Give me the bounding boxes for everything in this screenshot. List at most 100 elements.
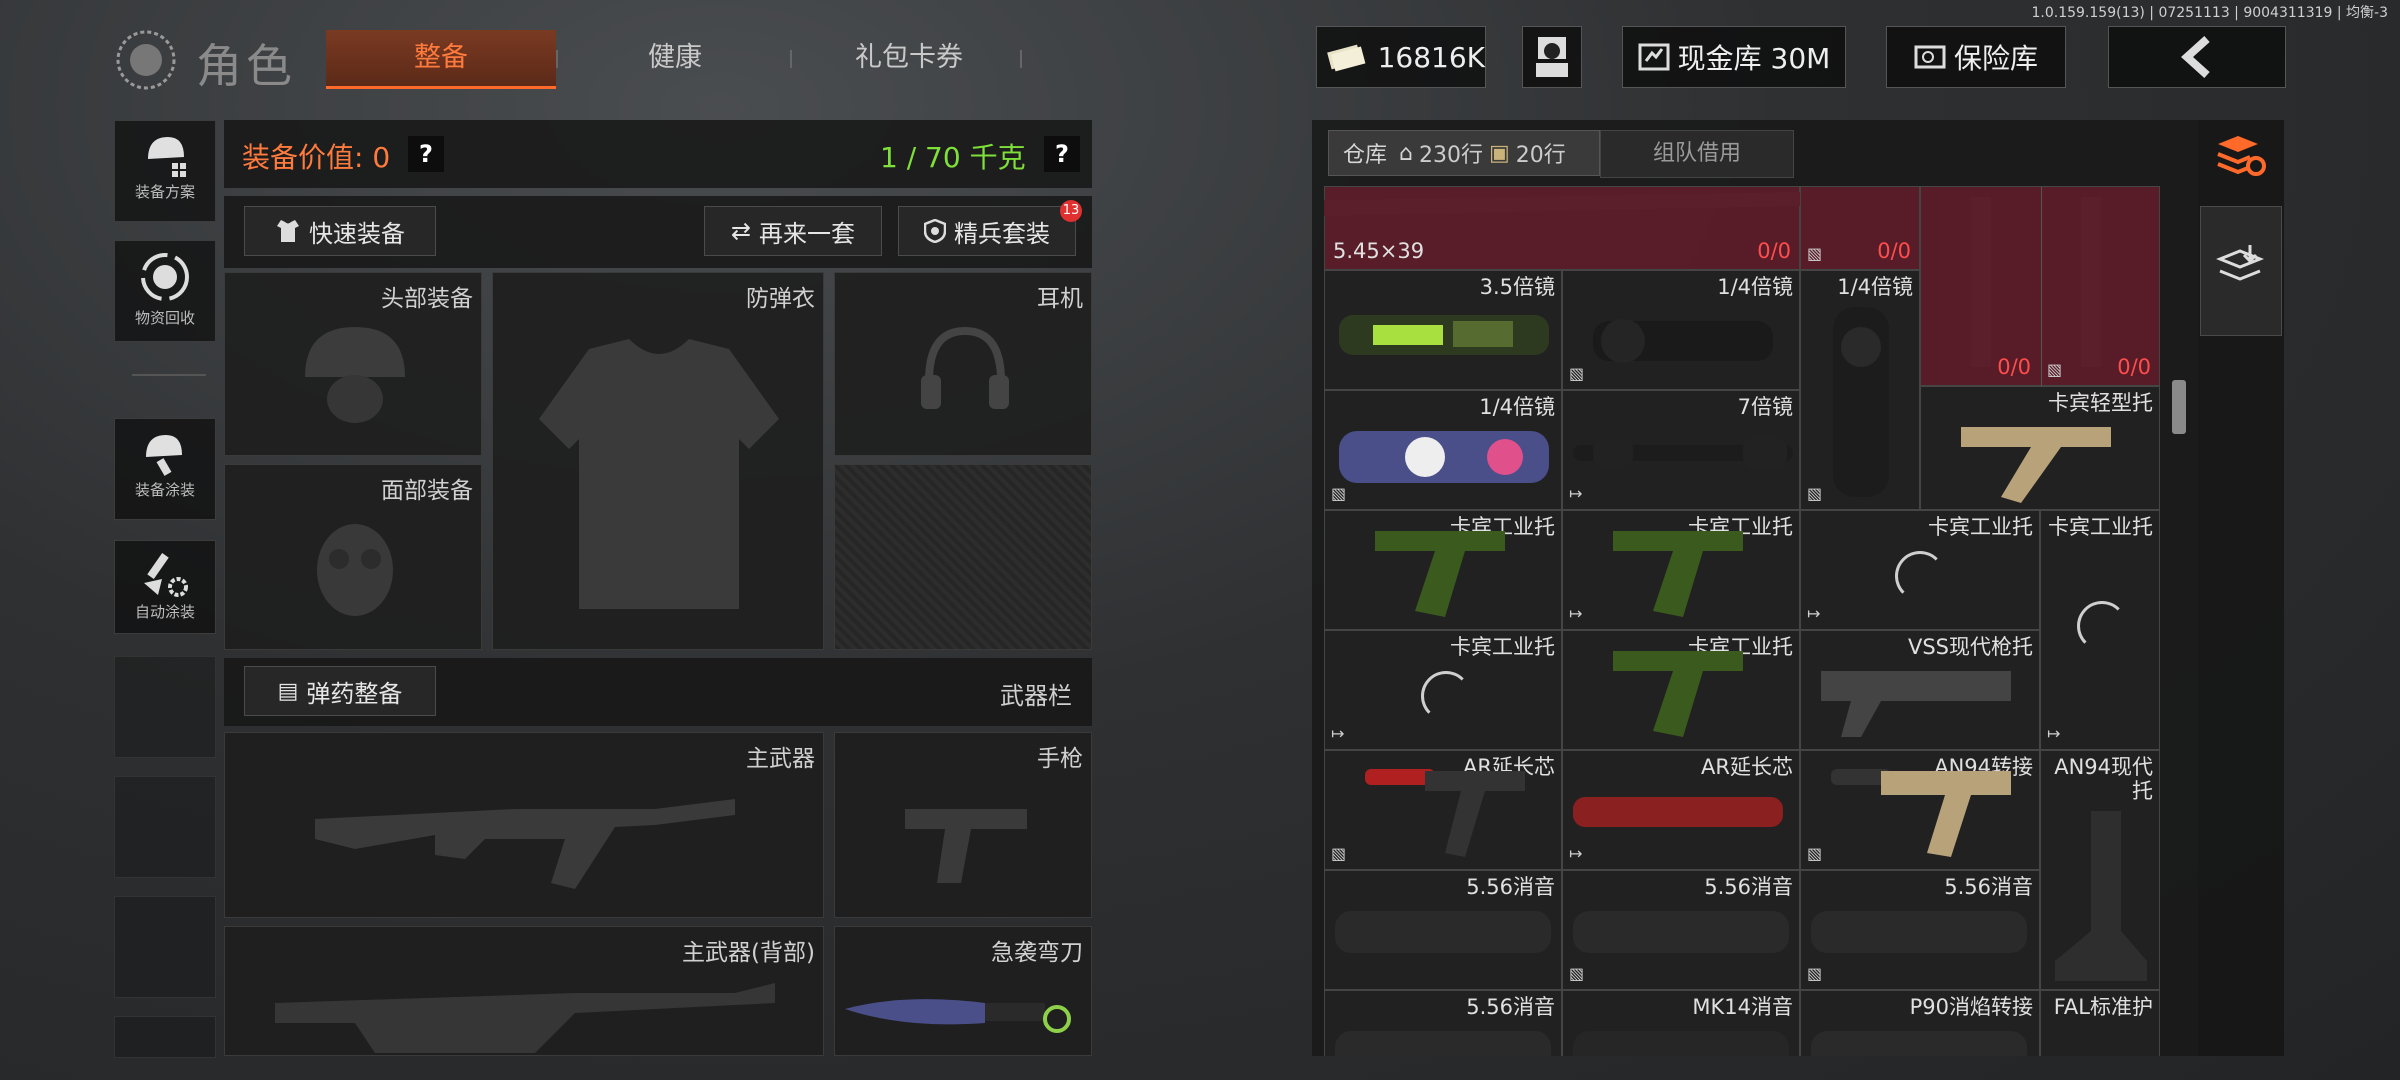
tab-health[interactable]: 健康 xyxy=(560,30,790,86)
cash-vault-button[interactable]: 现金库 30M xyxy=(1622,26,1846,88)
head-slot[interactable]: 头部装备 xyxy=(224,272,482,456)
weight-help-button[interactable]: ? xyxy=(1044,136,1080,172)
inventory-item[interactable]: MK14消音 xyxy=(1562,990,1800,1056)
sort-layers-icon[interactable] xyxy=(2214,128,2268,182)
tab-divider xyxy=(556,50,558,68)
scope-35x-icon xyxy=(1339,315,1549,355)
inventory-item[interactable]: 5.56消音 xyxy=(1324,990,1562,1056)
inventory-grid: 5.45×39 0/0 ▧ 0/0 ▧ 0/0 0/0 3.5倍镜 1/4倍镜 … xyxy=(1324,186,2162,1056)
recycle-face-icon xyxy=(141,253,189,301)
sidebar-item-loadout-plan[interactable]: 装备方案 xyxy=(114,120,216,222)
scope-14x-icon xyxy=(1593,319,1773,363)
inventory-item[interactable]: VSS现代枪托 xyxy=(1800,630,2040,750)
mk14-suppressor-icon xyxy=(1573,1031,1789,1056)
safe-icon xyxy=(1914,45,1946,69)
rifle-barrel-icon xyxy=(1324,192,1800,216)
tab-gift-coupons[interactable]: 礼包卡券 xyxy=(794,30,1024,86)
elite-set-button[interactable]: 精兵套装 xyxy=(898,206,1076,256)
sidebar-item-label: 自动涂装 xyxy=(134,603,195,621)
body-armor-silhouette-icon xyxy=(539,339,779,609)
inventory-item[interactable]: P90消焰转接 xyxy=(1800,990,2040,1056)
inventory-item[interactable]: ▧ 0/0 0/0 xyxy=(1920,186,2160,387)
sidebar-item-recycle[interactable]: 物资回收 xyxy=(114,240,216,342)
inventory-item[interactable]: FAL标准护 xyxy=(2040,990,2160,1056)
body-armor-slot[interactable]: 防弹衣 xyxy=(492,272,824,650)
melee-slot[interactable]: 急袭弯刀 xyxy=(834,926,1092,1056)
box-icon: ▧ xyxy=(1807,844,1823,863)
inventory-item[interactable]: 1/4倍镜 ▧ xyxy=(1324,390,1562,510)
inventory-item[interactable]: AR延长芯 ▧ xyxy=(1324,750,1562,870)
headset-slot[interactable]: 耳机 xyxy=(834,272,1092,456)
inventory-item[interactable]: AN94转接 ▧ xyxy=(1800,750,2040,870)
money-display: 16816K xyxy=(1316,26,1486,88)
inventory-scrollbar-thumb[interactable] xyxy=(2172,380,2186,434)
inventory-item[interactable]: 卡宾轻型托 xyxy=(1920,386,2160,510)
exit-icon: ↦ xyxy=(1331,724,1345,743)
elite-set-label: 精兵套装 xyxy=(954,219,1050,248)
empty-sidebar-slot xyxy=(114,656,216,758)
inventory-item[interactable]: 7倍镜 ↦ xyxy=(1562,390,1800,510)
ticket-rows: 20行 xyxy=(1515,143,1566,168)
sidebar-item-label: 装备方案 xyxy=(134,183,195,201)
sidebar-item-label: 装备涂装 xyxy=(134,481,195,499)
empty-sidebar-slot xyxy=(114,896,216,998)
inventory-item[interactable]: 1/4倍镜 ▧ xyxy=(1562,270,1800,390)
stash-import-button[interactable] xyxy=(2200,206,2282,336)
weight-capacity: 1 / 70 千克 xyxy=(880,141,1026,174)
slot-label: 耳机 xyxy=(1037,286,1083,312)
sidebar-item-auto-skin[interactable]: 自动涂装 xyxy=(114,540,216,634)
suppressor-icon xyxy=(1573,911,1789,953)
suppressor-icon xyxy=(1335,1031,1551,1056)
cash-vault-label: 现金库 30M xyxy=(1677,42,1831,75)
inventory-item[interactable]: 卡宾工业托 xyxy=(1562,630,1800,750)
box-icon: ▧ xyxy=(1331,844,1347,863)
equipment-value: 装备价值: 0 xyxy=(242,141,391,174)
safe-button[interactable]: 保险库 xyxy=(1886,26,2066,88)
item-name: 7倍镜 xyxy=(1737,395,1793,419)
item-name: 卡宾工业托 xyxy=(1928,515,2033,539)
inventory-item[interactable]: 1/4倍镜 ▧ xyxy=(1800,270,1920,510)
slot-label: 防弹衣 xyxy=(746,286,815,312)
exit-icon: ↦ xyxy=(1569,604,1583,623)
item-name: P90消焰转接 xyxy=(1909,995,2033,1019)
quick-equip-button[interactable]: 快速装备 xyxy=(244,206,436,256)
inventory-item[interactable]: 卡宾工业托 ↦ xyxy=(1800,510,2040,630)
team-borrow-tab[interactable]: 组队借用 xyxy=(1600,130,1794,178)
primary-weapon-slot[interactable]: 主武器 xyxy=(224,732,824,918)
inventory-item[interactable]: 卡宾工业托 ↦ xyxy=(2040,510,2160,750)
inventory-item[interactable]: 5.56消音 xyxy=(1324,870,1562,990)
pistol-slot[interactable]: 手枪 xyxy=(834,732,1092,918)
item-name: 5.56消音 xyxy=(1466,875,1555,899)
value-help-button[interactable]: ? xyxy=(408,136,444,172)
karambit-knife-icon xyxy=(845,999,1071,1033)
rifle-back-silhouette-icon xyxy=(275,983,775,1053)
sidebar-item-equipment-skin[interactable]: 装备涂装 xyxy=(114,418,216,520)
inventory-item[interactable]: 3.5倍镜 xyxy=(1324,270,1562,390)
shirt-icon xyxy=(277,220,299,242)
tab-equipment[interactable]: 整备 xyxy=(326,30,556,89)
empty-sidebar-slot xyxy=(114,776,216,878)
inventory-item[interactable]: 卡宾工业托 ↦ xyxy=(1324,630,1562,750)
ammo-prep-button[interactable]: ▤ 弹药整备 xyxy=(244,666,436,716)
inventory-item[interactable]: 5.56消音 ▧ xyxy=(1800,870,2040,990)
tab-divider xyxy=(1020,50,1022,68)
primary-weapon-back-slot[interactable]: 主武器(背部) xyxy=(224,926,824,1056)
face-slot[interactable]: 面部装备 xyxy=(224,464,482,650)
item-name: 5.56消音 xyxy=(1704,875,1793,899)
quick-equip-label: 快速装备 xyxy=(309,219,405,248)
warehouse-tab[interactable]: 仓库 ⌂ 230行 ▣ 20行 xyxy=(1328,130,1600,176)
box-icon: ▧ xyxy=(1569,364,1585,383)
inventory-item[interactable]: AN94现代托 xyxy=(2040,750,2160,990)
vault-icon xyxy=(1638,43,1670,71)
inventory-item[interactable]: 卡宾工业托 xyxy=(1324,510,1562,630)
carbine-industrial-stock-icon xyxy=(1375,531,1505,617)
inventory-item[interactable]: AR延长芯 ↦ xyxy=(1562,750,1800,870)
carbine-light-stock-icon xyxy=(1961,427,2111,503)
security-agent-button[interactable] xyxy=(1522,26,1582,88)
repeat-set-button[interactable]: ⇄ 再来一套 xyxy=(704,206,882,256)
back-button[interactable] xyxy=(2108,26,2286,88)
inventory-item[interactable]: 卡宾工业托 ↦ xyxy=(1562,510,1800,630)
weapon-bar-label: 武器栏 xyxy=(1000,682,1072,710)
p90-flash-adapter-icon xyxy=(1811,1031,2027,1056)
inventory-item[interactable]: 5.56消音 ▧ xyxy=(1562,870,1800,990)
